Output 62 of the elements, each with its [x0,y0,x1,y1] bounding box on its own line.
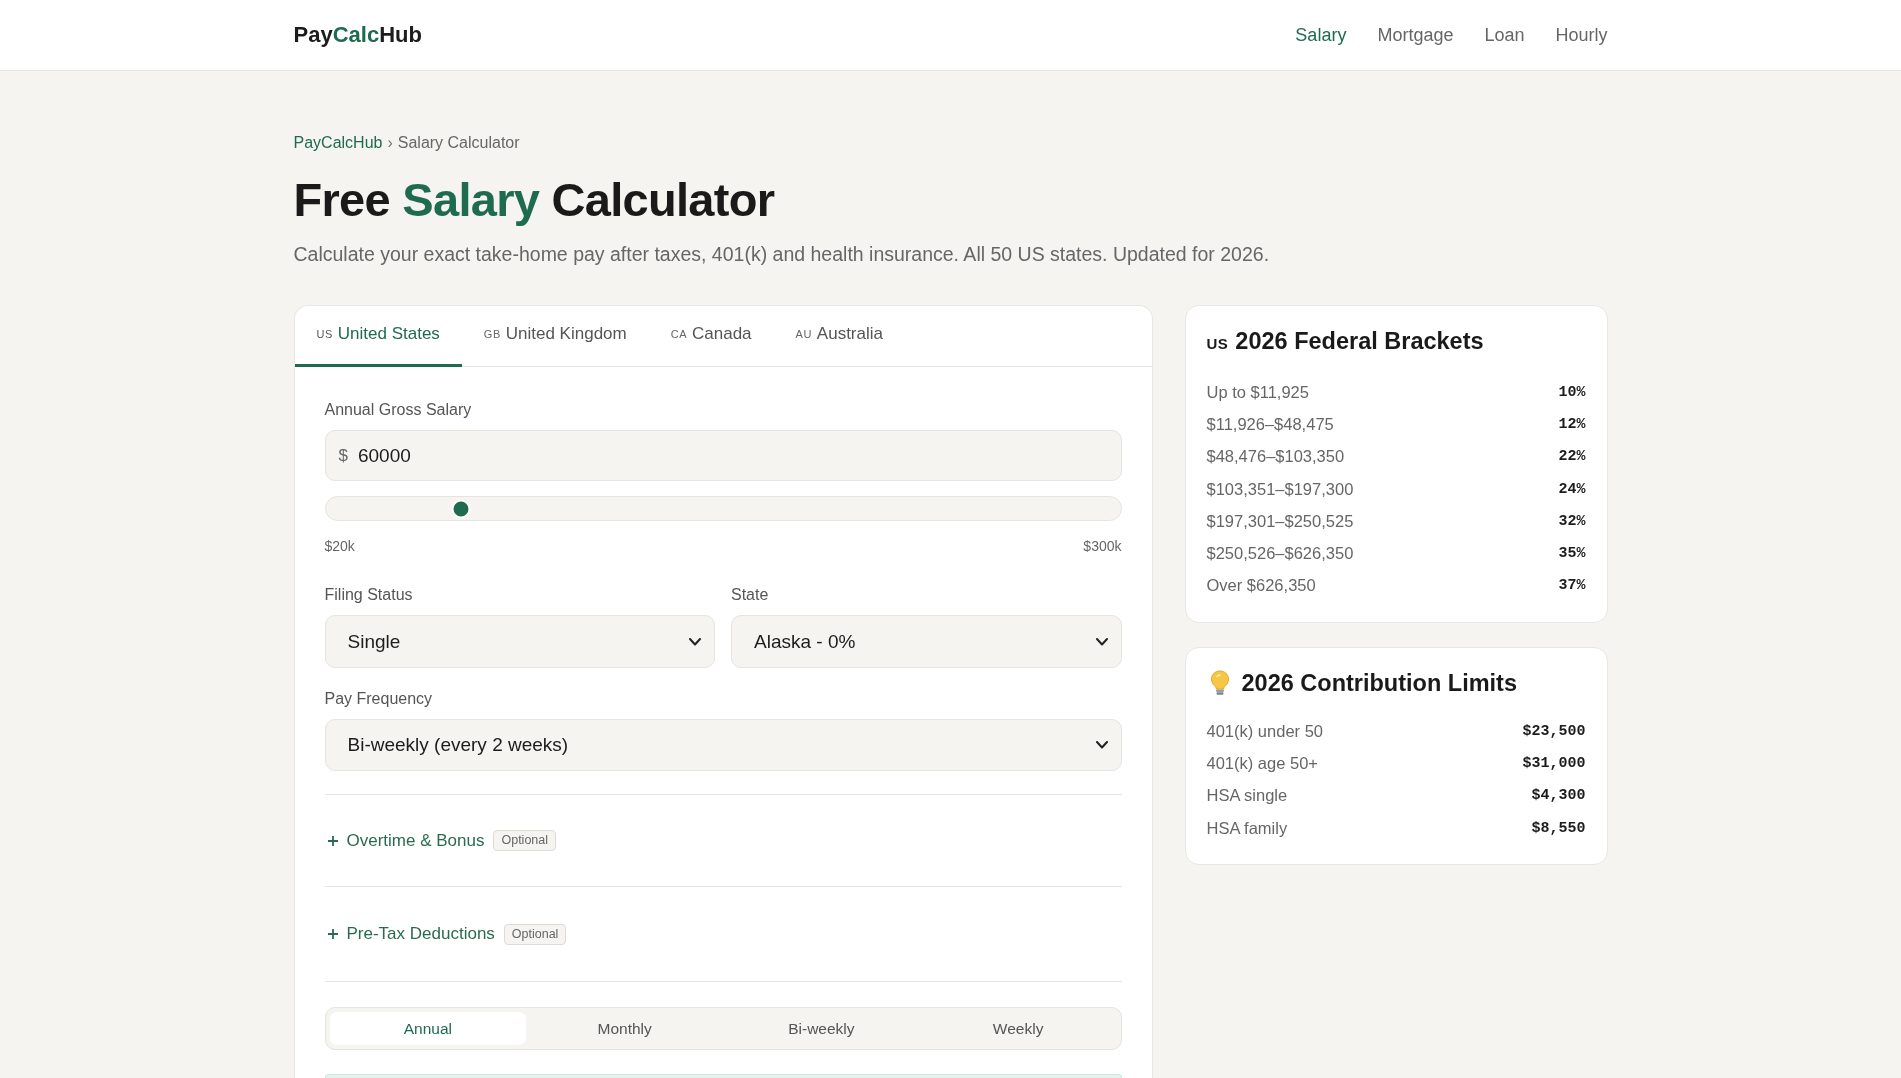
bracket-rate: 32% [1558,512,1586,530]
limit-amount: $8,550 [1531,819,1586,837]
limit-label: 401(k) age 50+ [1206,754,1318,773]
limit-amount: $4,300 [1531,787,1586,805]
slider-thumb[interactable] [451,499,471,518]
bracket-range: $197,301–$250,525 [1206,511,1354,531]
page-subtitle: Calculate your exact take-home pay after taxes, 401(k) and health insurance. All 50 US states. Updated for 2026. [293,242,1271,267]
page-title: Free Salary Calculator [293,172,776,228]
bracket-range: $11,926–$48,475 [1206,414,1334,434]
bracket-rate: 22% [1558,448,1586,466]
field-label: State [731,585,770,605]
country-tab[interactable]: US United States [294,306,462,367]
bracket-range: $48,476–$103,350 [1206,447,1345,467]
optional-tag: Optional [493,830,556,851]
range-max-label: $300k [1083,538,1122,554]
field-label: Annual Gross Salary [324,400,473,420]
lightbulb-icon [1209,670,1230,697]
section-toggle[interactable]: Overtime & Bonus [346,830,485,851]
limit-label: HSA single [1206,786,1288,806]
period-option[interactable]: Monthly [526,1012,723,1045]
country-tab[interactable]: CA Canada [648,306,774,367]
chevron-down-icon [1095,637,1108,646]
bracket-rate: 12% [1558,415,1586,433]
breadcrumb-link[interactable]: PayCalcHub [293,133,383,153]
limit-label: HSA family [1206,818,1288,838]
pay-frequency-select[interactable]: Bi-weekly (every 2 weeks) [324,719,1122,771]
salary-slider[interactable] [324,496,1122,521]
bracket-range: Up to $11,925 [1206,382,1309,402]
range-min-label: $20k [324,538,355,554]
optional-tag: Optional [503,923,567,945]
bracket-range: Over $626,350 [1206,576,1316,596]
filing-status-select[interactable]: Single [324,615,715,668]
bracket-rate: 37% [1558,577,1586,595]
field-label: Filing Status [324,585,414,605]
state-select[interactable]: Alaska - 0% [731,615,1122,668]
bracket-range: $103,351–$197,300 [1206,479,1354,499]
card-title: 2026 Contribution Limits [1241,669,1517,698]
chevron-down-icon [1095,741,1108,749]
breadcrumb-current: Salary Calculator [397,133,520,153]
bracket-rate: 24% [1558,480,1586,498]
limit-amount: $31,000 [1522,755,1586,772]
limit-amount: $23,500 [1522,722,1586,740]
nav-link[interactable]: Salary [1295,23,1347,47]
breadcrumb-separator: › [387,133,393,153]
field-label: Pay Frequency [324,689,434,709]
site-logo[interactable]: PayCalcHub [293,21,422,49]
country-tab[interactable]: GB United Kingdom [461,306,649,367]
period-option[interactable]: Bi-weekly [723,1012,920,1045]
period-option[interactable]: Weekly [919,1012,1117,1045]
nav-link[interactable]: Loan [1484,23,1525,47]
section-toggle[interactable]: Pre-Tax Deductions [346,924,495,944]
bracket-rate: 10% [1558,383,1586,401]
nav-link[interactable]: Hourly [1555,23,1608,47]
chevron-down-icon [689,637,701,646]
nav-link[interactable]: Mortgage [1377,23,1454,47]
card-title: US 2026 Federal Brackets [1206,327,1485,356]
bracket-rate: 35% [1558,545,1586,563]
period-option[interactable]: Annual [329,1012,527,1045]
salary-input[interactable]: $ 60000 [324,430,1122,481]
country-tab[interactable]: AU Australia [773,306,905,367]
bracket-range: $250,526–$626,350 [1206,544,1354,564]
limit-label: 401(k) under 50 [1206,721,1323,741]
